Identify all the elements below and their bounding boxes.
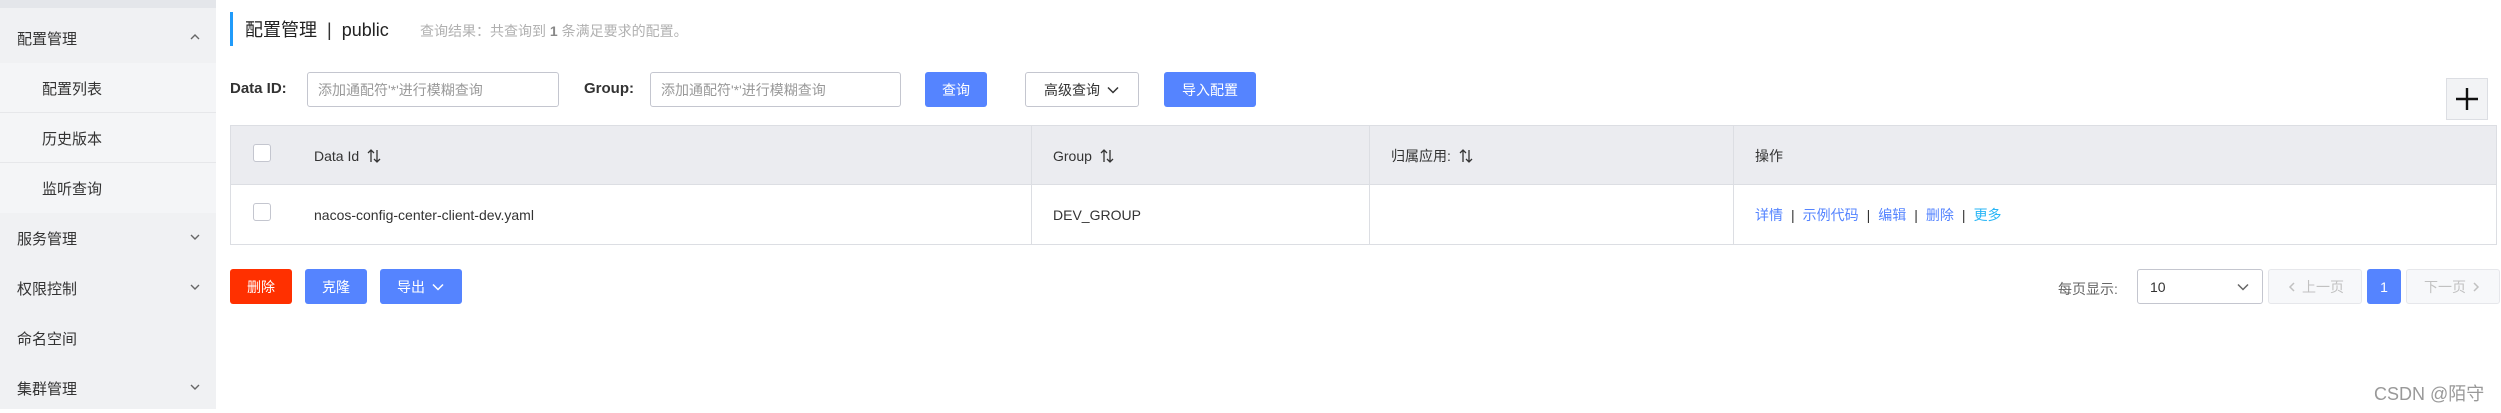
row-checkbox[interactable] xyxy=(253,203,271,221)
clone-button[interactable]: 克隆 xyxy=(305,269,367,304)
sidebar-top-strip xyxy=(0,0,216,8)
edit-link[interactable]: 编辑 xyxy=(1878,205,1906,225)
plus-icon xyxy=(2456,88,2478,110)
table-row: nacos-config-center-client-dev.yaml DEV_… xyxy=(231,185,2496,244)
cell-data-id: nacos-config-center-client-dev.yaml xyxy=(314,206,534,223)
prev-page-button[interactable]: 上一页 xyxy=(2268,269,2362,304)
chevron-down-icon xyxy=(190,234,200,240)
sidebar-item-namespace[interactable]: 命名空间 xyxy=(0,313,216,363)
op-separator: | xyxy=(1914,206,1918,223)
chevron-down-icon xyxy=(2237,283,2249,291)
op-separator: | xyxy=(1961,206,1966,223)
column-header-data-id[interactable]: Data Id xyxy=(314,126,381,185)
result-prefix: 查询结果：共查询到 xyxy=(420,23,546,39)
next-page-label: 下一页 xyxy=(2424,278,2466,295)
result-count: 1 xyxy=(549,23,558,39)
group-placeholder: 添加通配符'*'进行模糊查询 xyxy=(661,81,826,98)
sidebar-item-label: 集群管理 xyxy=(17,380,78,398)
page-1-button[interactable]: 1 xyxy=(2367,269,2401,304)
group-input[interactable]: 添加通配符'*'进行模糊查询 xyxy=(650,72,901,107)
export-label: 导出 xyxy=(397,278,425,295)
result-suffix: 条满足要求的配置。 xyxy=(561,23,688,39)
data-id-label: Data ID: xyxy=(230,80,287,97)
column-header-group[interactable]: Group xyxy=(1053,126,1114,185)
chevron-up-icon xyxy=(190,34,200,40)
column-divider xyxy=(1369,126,1370,244)
page-title-text: 配置管理 xyxy=(245,20,317,40)
title-separator: | xyxy=(327,20,332,40)
query-button[interactable]: 查询 xyxy=(925,72,987,107)
chevron-left-icon xyxy=(2288,281,2295,292)
column-divider xyxy=(1733,126,1734,244)
detail-link[interactable]: 详情 xyxy=(1755,205,1783,225)
sidebar: 配置管理 配置列表 历史版本 监听查询 服务管理 权限控制 命名空间 集群管理 xyxy=(0,0,216,409)
sample-code-link[interactable]: 示例代码 xyxy=(1803,205,1859,225)
sidebar-item-history[interactable]: 历史版本 xyxy=(0,113,216,163)
bulk-delete-button[interactable]: 删除 xyxy=(230,269,292,304)
sidebar-item-config-management[interactable]: 配置管理 xyxy=(0,13,216,63)
sidebar-item-config-list[interactable]: 配置列表 xyxy=(0,63,216,113)
delete-link[interactable]: 删除 xyxy=(1926,205,1954,225)
title-accent-bar xyxy=(230,12,233,46)
add-config-button[interactable] xyxy=(2446,78,2488,120)
sidebar-item-label: 权限控制 xyxy=(17,280,78,298)
column-label: Group xyxy=(1053,147,1092,164)
query-result-summary: 查询结果：共查询到 1 条满足要求的配置。 xyxy=(420,21,688,41)
next-page-button[interactable]: 下一页 xyxy=(2406,269,2500,304)
page-size-label: 每页显示: xyxy=(2058,281,2118,297)
op-separator: | xyxy=(1866,206,1871,223)
sidebar-item-label: 服务管理 xyxy=(17,230,78,248)
op-separator: | xyxy=(1791,206,1795,223)
advanced-query-button[interactable]: 高级查询 xyxy=(1025,72,1139,107)
cell-operations: 详情 | 示例代码 | 编辑 | 删除 | 更多 xyxy=(1755,185,2002,244)
prev-page-label: 上一页 xyxy=(2302,278,2344,295)
advanced-query-label: 高级查询 xyxy=(1044,81,1100,98)
sort-icon[interactable] xyxy=(1459,148,1473,164)
cell-group: DEV_GROUP xyxy=(1053,206,1141,223)
import-config-button[interactable]: 导入配置 xyxy=(1164,72,1256,107)
chevron-down-icon xyxy=(190,284,200,290)
chevron-down-icon xyxy=(432,283,444,291)
page-size-select[interactable]: 10 xyxy=(2137,269,2263,304)
select-all-checkbox[interactable] xyxy=(253,144,271,162)
sidebar-item-access-control[interactable]: 权限控制 xyxy=(0,263,216,313)
table-header: Data Id Group 归属应用: 操作 xyxy=(231,126,2496,185)
sidebar-item-label: 历史版本 xyxy=(42,130,103,148)
column-header-app[interactable]: 归属应用: xyxy=(1391,126,1473,185)
config-table: Data Id Group 归属应用: 操作 nacos-config-cent… xyxy=(230,125,2497,245)
chevron-down-icon xyxy=(1107,86,1119,94)
export-button[interactable]: 导出 xyxy=(380,269,462,304)
sidebar-item-label: 配置管理 xyxy=(17,30,78,48)
sort-icon[interactable] xyxy=(1100,148,1114,164)
sidebar-item-cluster-management[interactable]: 集群管理 xyxy=(0,363,216,413)
column-label: 归属应用: xyxy=(1391,147,1451,164)
chevron-down-icon xyxy=(190,384,200,390)
page-title: 配置管理 | public xyxy=(245,16,389,42)
column-label: 操作 xyxy=(1755,147,1783,164)
chevron-right-icon xyxy=(2473,281,2480,292)
sidebar-item-label: 监听查询 xyxy=(42,180,103,198)
sidebar-item-listener-query[interactable]: 监听查询 xyxy=(0,163,216,213)
sidebar-item-label: 命名空间 xyxy=(17,330,78,348)
column-divider xyxy=(1031,126,1032,244)
column-label: Data Id xyxy=(314,147,360,164)
namespace-name: public xyxy=(341,20,389,40)
sidebar-item-label: 配置列表 xyxy=(42,80,103,98)
page-size-value: 10 xyxy=(2150,278,2166,295)
data-id-placeholder: 添加通配符'*'进行模糊查询 xyxy=(318,81,483,98)
sort-icon[interactable] xyxy=(367,148,381,164)
sidebar-item-service-management[interactable]: 服务管理 xyxy=(0,213,216,263)
more-link[interactable]: 更多 xyxy=(1974,205,2002,225)
group-label: Group: xyxy=(584,80,634,97)
column-header-operations: 操作 xyxy=(1755,126,1783,185)
watermark: CSDN @陌守 xyxy=(2374,384,2485,404)
data-id-input[interactable]: 添加通配符'*'进行模糊查询 xyxy=(307,72,559,107)
